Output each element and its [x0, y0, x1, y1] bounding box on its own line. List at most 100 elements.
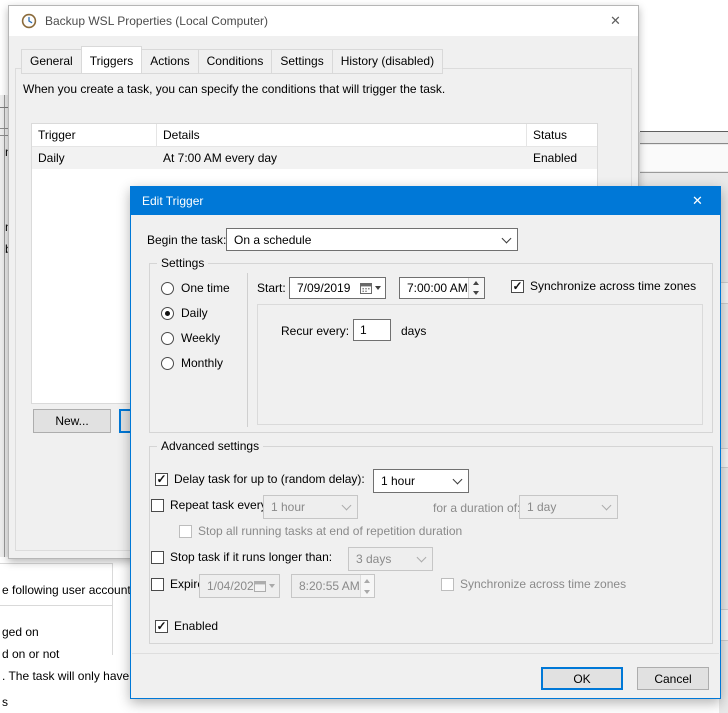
expire-date-value: 1/04/2021 — [207, 579, 254, 593]
sync-timezone-checkbox[interactable]: ✓ Synchronize across time zones — [511, 279, 696, 293]
chevron-down-icon — [342, 501, 352, 511]
repeat-interval-select: 1 hour — [263, 495, 358, 519]
background-right-area — [637, 0, 728, 186]
start-time-spinner[interactable]: 7:00:00 AM — [399, 277, 485, 299]
table-header: Trigger Details Status — [32, 124, 597, 147]
checkbox-icon — [151, 499, 164, 512]
delay-task-checkbox[interactable]: ✓ Delay task for up to (random delay): — [155, 472, 365, 486]
spin-down-icon — [361, 586, 374, 597]
recur-every-label: Recur every: — [281, 324, 349, 338]
checkbox-label: Synchronize across time zones — [530, 279, 696, 293]
checkbox-checked-icon: ✓ — [155, 473, 168, 486]
enabled-checkbox[interactable]: ✓ Enabled — [155, 619, 218, 633]
groupbox-line — [0, 563, 112, 564]
calendar-icon — [360, 283, 381, 294]
start-label: Start: — [257, 281, 286, 295]
tab-conditions[interactable]: Conditions — [199, 49, 273, 74]
begin-task-select[interactable]: On a schedule — [226, 228, 518, 251]
tab-strip: General Triggers Actions Conditions Sett… — [21, 46, 443, 74]
tab-settings[interactable]: Settings — [272, 49, 332, 74]
checkbox-label: Stop task if it runs longer than: — [170, 550, 332, 564]
tab-actions[interactable]: Actions — [142, 49, 198, 74]
checkbox-label: Synchronize across time zones — [460, 577, 626, 591]
chevron-down-icon — [502, 233, 512, 243]
column-header-trigger[interactable]: Trigger — [32, 124, 157, 146]
duration-select: 1 day — [519, 495, 618, 519]
calendar-icon — [254, 581, 275, 592]
checkbox-icon — [151, 578, 164, 591]
triggers-description: When you create a task, you can specify … — [23, 82, 445, 96]
start-date-value: 7/09/2019 — [297, 281, 360, 295]
trigger-cell: Daily — [32, 151, 157, 165]
divider — [640, 172, 728, 173]
expire-time-spinner: 8:20:55 AM — [291, 574, 375, 598]
radio-weekly[interactable]: Weekly — [161, 331, 220, 345]
advanced-group-label: Advanced settings — [157, 439, 263, 453]
recurrence-panel — [257, 304, 703, 425]
cancel-button[interactable]: Cancel — [637, 667, 709, 690]
delay-duration-value: 1 hour — [381, 474, 454, 488]
checkbox-label: Stop all running tasks at end of repetit… — [198, 524, 462, 538]
background-left-window-sliver: n n b — [0, 95, 8, 557]
duration-value: 1 day — [527, 500, 603, 514]
window-title: Backup WSL Properties (Local Computer) — [45, 14, 268, 28]
close-icon[interactable]: ✕ — [675, 187, 720, 215]
background-panel — [640, 145, 728, 171]
divider — [0, 135, 8, 136]
delay-duration-select[interactable]: 1 hour — [373, 469, 469, 493]
background-general-tab-window: e following user account ged on d on or … — [0, 557, 131, 713]
recur-interval-input[interactable]: 1 — [353, 319, 391, 341]
checkbox-checked-icon: ✓ — [155, 620, 168, 633]
column-header-status[interactable]: Status — [527, 124, 597, 146]
clipped-text-fragment: . The task will only have — [2, 669, 129, 683]
recur-interval-value: 1 — [360, 323, 367, 337]
properties-titlebar[interactable]: Backup WSL Properties (Local Computer) ✕ — [9, 6, 638, 36]
radio-label: One time — [181, 281, 230, 295]
spin-down-icon[interactable] — [469, 288, 484, 298]
dropdown-arrow-icon — [375, 286, 381, 290]
column-header-details[interactable]: Details — [157, 124, 527, 146]
table-row[interactable]: Daily At 7:00 AM every day Enabled — [32, 147, 597, 169]
repeat-task-checkbox[interactable]: Repeat task every: — [151, 498, 270, 512]
dialog-titlebar[interactable]: Edit Trigger ✕ — [131, 187, 720, 215]
new-trigger-button[interactable]: New... — [33, 409, 111, 433]
radio-icon — [161, 282, 174, 295]
chevron-down-icon — [602, 501, 612, 511]
close-icon[interactable]: ✕ — [593, 6, 638, 36]
radio-icon — [161, 357, 174, 370]
radio-daily[interactable]: Daily — [161, 306, 208, 320]
radio-monthly[interactable]: Monthly — [161, 356, 223, 370]
checkbox-icon — [151, 551, 164, 564]
divider — [0, 107, 8, 108]
divider — [640, 143, 728, 144]
checkbox-label: Enabled — [174, 619, 218, 633]
recur-unit-label: days — [401, 324, 426, 338]
dialog-title: Edit Trigger — [142, 194, 203, 208]
stop-task-checkbox[interactable]: Stop task if it runs longer than: — [151, 550, 332, 564]
status-cell: Enabled — [527, 151, 597, 165]
begin-task-label: Begin the task: — [147, 233, 226, 247]
tab-general[interactable]: General — [21, 49, 82, 74]
checkbox-label: Delay task for up to (random delay): — [174, 472, 365, 486]
groupbox-line — [0, 605, 112, 606]
radio-icon — [161, 332, 174, 345]
settings-group-label: Settings — [157, 256, 208, 270]
stop-all-tasks-checkbox: Stop all running tasks at end of repetit… — [179, 524, 462, 538]
radio-one-time[interactable]: One time — [161, 281, 230, 295]
footer-separator — [132, 653, 719, 654]
duration-label: for a duration of: — [433, 501, 520, 515]
stop-task-duration-value: 3 days — [356, 552, 418, 566]
spin-up-icon[interactable] — [469, 278, 484, 288]
radio-selected-icon — [161, 307, 174, 320]
divider — [4, 95, 5, 557]
radio-label: Daily — [181, 306, 208, 320]
tab-triggers[interactable]: Triggers — [81, 46, 143, 74]
ok-button[interactable]: OK — [541, 667, 623, 690]
chevron-down-icon — [417, 553, 427, 563]
tab-history[interactable]: History (disabled) — [333, 49, 443, 74]
clipped-text-fragment: s — [2, 695, 8, 709]
edit-trigger-dialog: Edit Trigger ✕ Begin the task: On a sche… — [130, 186, 721, 699]
stop-task-duration-select: 3 days — [348, 547, 433, 571]
start-date-picker[interactable]: 7/09/2019 — [289, 277, 386, 299]
dropdown-arrow-icon — [269, 584, 275, 588]
